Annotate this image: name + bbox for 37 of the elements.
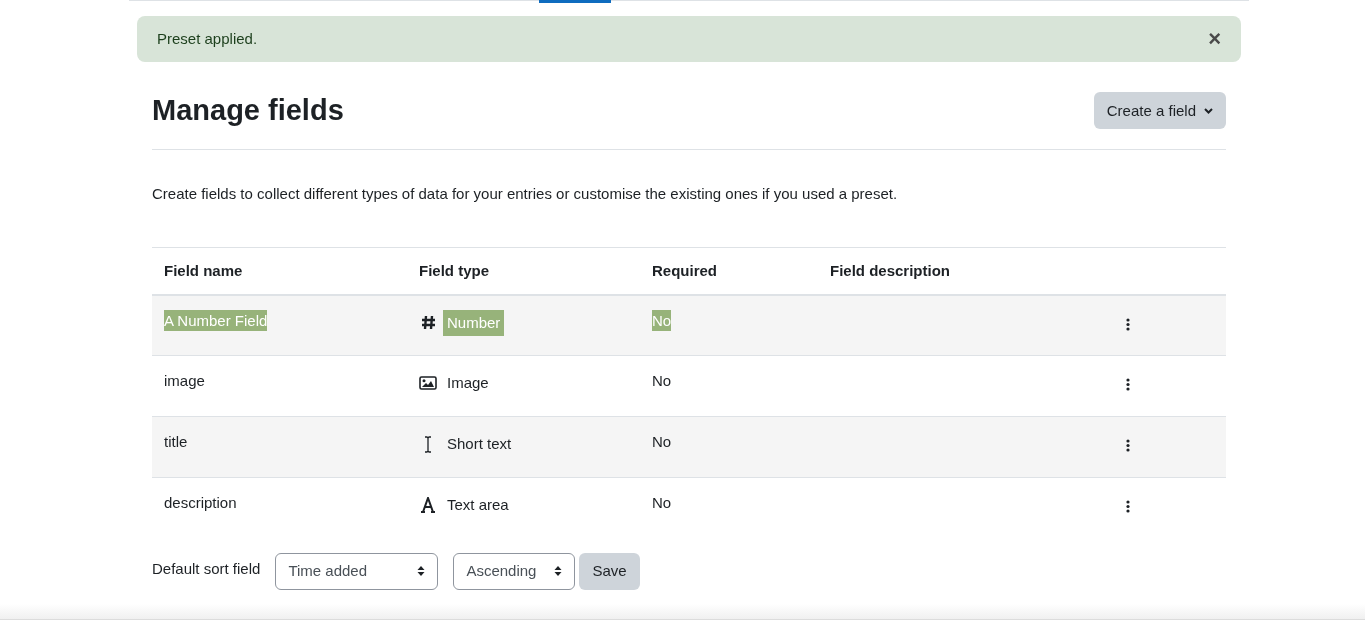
column-header: Field description <box>830 261 950 279</box>
sort-field-select[interactable]: Time added <box>275 552 439 590</box>
picture-icon <box>419 376 437 391</box>
intro-text: Create fields to collect different types of data for your entries or customise the existing ones if you used a preset. <box>152 183 899 204</box>
save-button[interactable]: Save <box>579 552 640 590</box>
page-heading: Manage fields <box>152 93 344 128</box>
field-name-text: title <box>164 432 188 452</box>
field-type-text: Image <box>446 373 490 393</box>
caret-icon <box>1204 107 1213 114</box>
select-arrows-icon <box>554 565 563 577</box>
close-button[interactable]: × <box>1208 28 1221 50</box>
field-type-text: Short text <box>446 434 513 454</box>
more-options-icon[interactable] <box>1126 439 1130 452</box>
field-type-text: Number <box>443 309 505 336</box>
field-name-text: description <box>164 493 237 513</box>
sort-label: Default sort field <box>152 558 261 579</box>
column-header: Required <box>652 261 717 279</box>
column-header: Field name <box>164 261 243 279</box>
field-name-text: image <box>164 371 205 391</box>
letter-a-icon <box>420 497 436 514</box>
field-type-text: Text area <box>446 495 510 515</box>
active-tab-indicator <box>539 0 611 3</box>
text-cursor-icon <box>423 435 433 453</box>
more-options-icon[interactable] <box>1126 378 1130 391</box>
required-text: No <box>652 432 672 452</box>
field-name-text: A Number Field <box>164 309 268 331</box>
more-options-icon[interactable] <box>1126 317 1130 331</box>
column-header: Field type <box>419 261 489 279</box>
alert-message: Preset applied. <box>157 28 258 49</box>
required-text: No <box>652 309 672 331</box>
select-arrows-icon <box>417 565 426 577</box>
required-text: No <box>652 493 672 513</box>
hash-icon <box>420 315 436 331</box>
create-field-button[interactable]: Create a field <box>1093 92 1226 130</box>
more-options-icon[interactable] <box>1126 500 1130 513</box>
sort-order-select[interactable]: Ascending <box>453 552 576 590</box>
required-text: No <box>652 371 672 391</box>
